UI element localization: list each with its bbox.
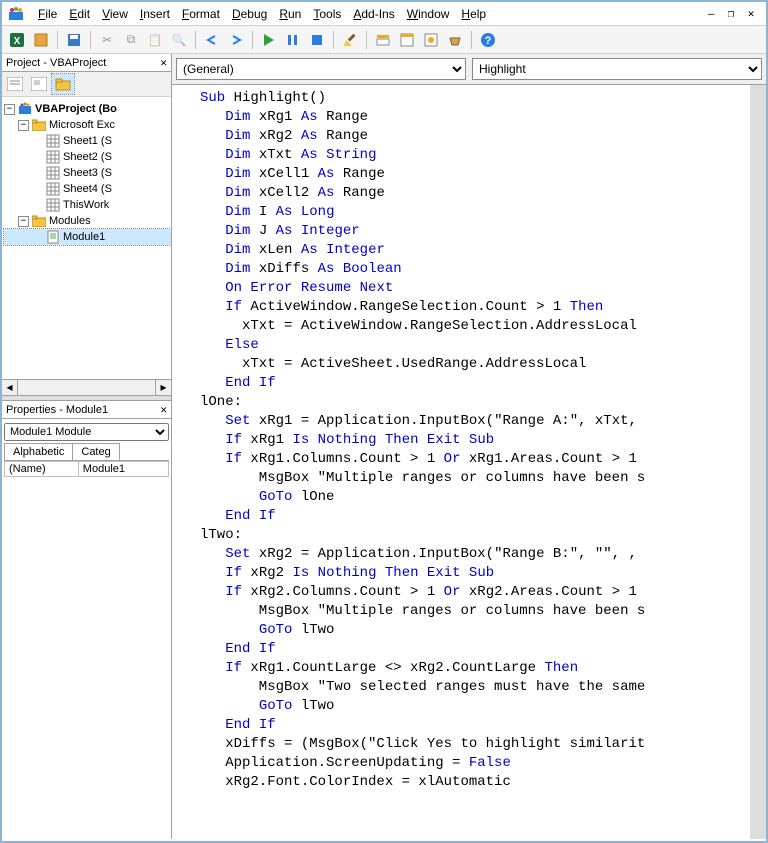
worksheet-icon <box>46 150 60 164</box>
help-icon[interactable]: ? <box>477 29 499 51</box>
main-toolbar: X ✂ ⧉ 📋 🔍 ? <box>2 26 766 54</box>
module-icon <box>46 230 60 244</box>
menu-edit[interactable]: Edit <box>63 5 96 23</box>
properties-pane-title: Properties - Module1 <box>6 404 108 416</box>
code-editor[interactable]: Sub Highlight() Dim xRg1 As Range Dim xR… <box>172 85 766 839</box>
menu-window[interactable]: Window <box>401 5 456 23</box>
folder-open-icon <box>32 214 46 228</box>
tab-alphabetic[interactable]: Alphabetic <box>4 443 73 460</box>
restore-button[interactable]: ❐ <box>722 5 740 23</box>
view-code-icon[interactable] <box>4 74 26 94</box>
close-button[interactable]: ✕ <box>742 5 760 23</box>
worksheet-icon <box>46 198 60 212</box>
menu-debug[interactable]: Debug <box>226 5 273 23</box>
menu-bar: FileEditViewInsertFormatDebugRunToolsAdd… <box>2 2 766 26</box>
menu-insert[interactable]: Insert <box>134 5 176 23</box>
save-icon[interactable] <box>63 29 85 51</box>
vba-app-icon <box>8 6 24 22</box>
collapse-icon[interactable]: − <box>18 120 29 131</box>
vertical-scrollbar[interactable] <box>750 85 766 839</box>
tab-categorized[interactable]: Categ <box>72 443 119 460</box>
tree-sheet[interactable]: Sheet4 (S <box>4 181 171 197</box>
project-pane-title: Project - VBAProject <box>6 57 106 69</box>
copy-icon[interactable]: ⧉ <box>120 29 142 51</box>
folder-open-icon <box>32 118 46 132</box>
tree-sheet[interactable]: Sheet1 (S <box>4 133 171 149</box>
properties-pane: Properties - Module1 ✕ Module1 Module Al… <box>2 401 171 839</box>
procedure-dropdown[interactable]: Highlight <box>472 58 762 80</box>
menu-file[interactable]: File <box>32 5 63 23</box>
project-pane-close[interactable]: ✕ <box>160 56 167 69</box>
object-dropdown[interactable]: (General) <box>176 58 466 80</box>
menu-help[interactable]: Help <box>455 5 492 23</box>
h-scroll-left[interactable]: ◂ <box>2 380 18 395</box>
worksheet-icon <box>46 166 60 180</box>
properties-pane-close[interactable]: ✕ <box>160 403 167 416</box>
view-object-icon[interactable] <box>28 74 50 94</box>
h-scroll-right[interactable]: ▸ <box>155 380 171 395</box>
pause-icon[interactable] <box>282 29 304 51</box>
toolbox-icon[interactable] <box>444 29 466 51</box>
project-toolbar <box>2 72 171 97</box>
worksheet-icon <box>46 134 60 148</box>
object-browser-icon[interactable] <box>420 29 442 51</box>
prop-row-name[interactable]: (Name) Module1 <box>5 462 169 477</box>
tree-modules-folder[interactable]: − Modules <box>4 213 171 229</box>
minimize-button[interactable]: – <box>702 5 720 23</box>
tree-excel-folder[interactable]: − Microsoft Exc <box>4 117 171 133</box>
collapse-icon[interactable]: − <box>4 104 15 115</box>
tree-root[interactable]: − VBAProject (Bo <box>4 101 171 117</box>
toggle-folders-icon[interactable] <box>52 74 74 94</box>
collapse-icon[interactable]: − <box>18 216 29 227</box>
properties-table: (Name) Module1 <box>4 461 169 477</box>
run-icon[interactable] <box>258 29 280 51</box>
stop-icon[interactable] <box>306 29 328 51</box>
menu-view[interactable]: View <box>96 5 134 23</box>
project-explorer-icon[interactable] <box>372 29 394 51</box>
tree-sheet[interactable]: Sheet3 (S <box>4 165 171 181</box>
menu-format[interactable]: Format <box>176 5 226 23</box>
insert-module-icon[interactable] <box>30 29 52 51</box>
redo-icon[interactable] <box>225 29 247 51</box>
tree-module1[interactable]: Module1 <box>4 229 171 245</box>
project-tree[interactable]: − VBAProject (Bo − Microsoft Exc Sheet1 … <box>2 97 171 379</box>
design-mode-icon[interactable] <box>339 29 361 51</box>
project-pane-header: Project - VBAProject ✕ <box>2 54 171 72</box>
worksheet-icon <box>46 182 60 196</box>
find-icon[interactable]: 🔍 <box>168 29 190 51</box>
svg-text:?: ? <box>485 35 492 47</box>
svg-text:X: X <box>14 36 21 47</box>
tree-sheet[interactable]: Sheet2 (S <box>4 149 171 165</box>
paste-icon[interactable]: 📋 <box>144 29 166 51</box>
menu-tools[interactable]: Tools <box>307 5 347 23</box>
menu-add-ins[interactable]: Add-Ins <box>347 5 400 23</box>
object-selector[interactable]: Module1 Module <box>4 423 169 441</box>
properties-window-icon[interactable] <box>396 29 418 51</box>
view-excel-icon[interactable]: X <box>6 29 28 51</box>
undo-icon[interactable] <box>201 29 223 51</box>
menu-run[interactable]: Run <box>273 5 307 23</box>
tree-sheet[interactable]: ThisWork <box>4 197 171 213</box>
vba-project-icon <box>18 102 32 116</box>
cut-icon[interactable]: ✂ <box>96 29 118 51</box>
